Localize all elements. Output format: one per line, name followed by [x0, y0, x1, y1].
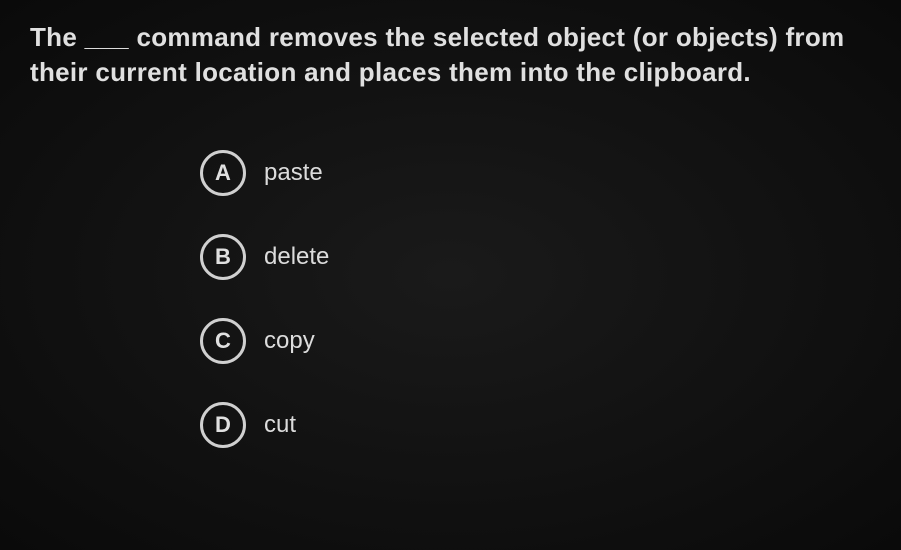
option-label-b: delete	[264, 243, 329, 271]
option-letter-b: B	[200, 234, 246, 280]
option-label-a: paste	[264, 159, 323, 187]
option-a[interactable]: A paste	[200, 150, 871, 196]
option-letter-a: A	[200, 150, 246, 196]
option-label-c: copy	[264, 327, 315, 355]
option-c[interactable]: C copy	[200, 318, 871, 364]
options-list: A paste B delete C copy D cut	[30, 150, 871, 448]
option-label-d: cut	[264, 411, 296, 439]
question-text: The ___ command removes the selected obj…	[30, 20, 871, 90]
option-letter-c: C	[200, 318, 246, 364]
option-d[interactable]: D cut	[200, 402, 871, 448]
option-b[interactable]: B delete	[200, 234, 871, 280]
option-letter-d: D	[200, 402, 246, 448]
